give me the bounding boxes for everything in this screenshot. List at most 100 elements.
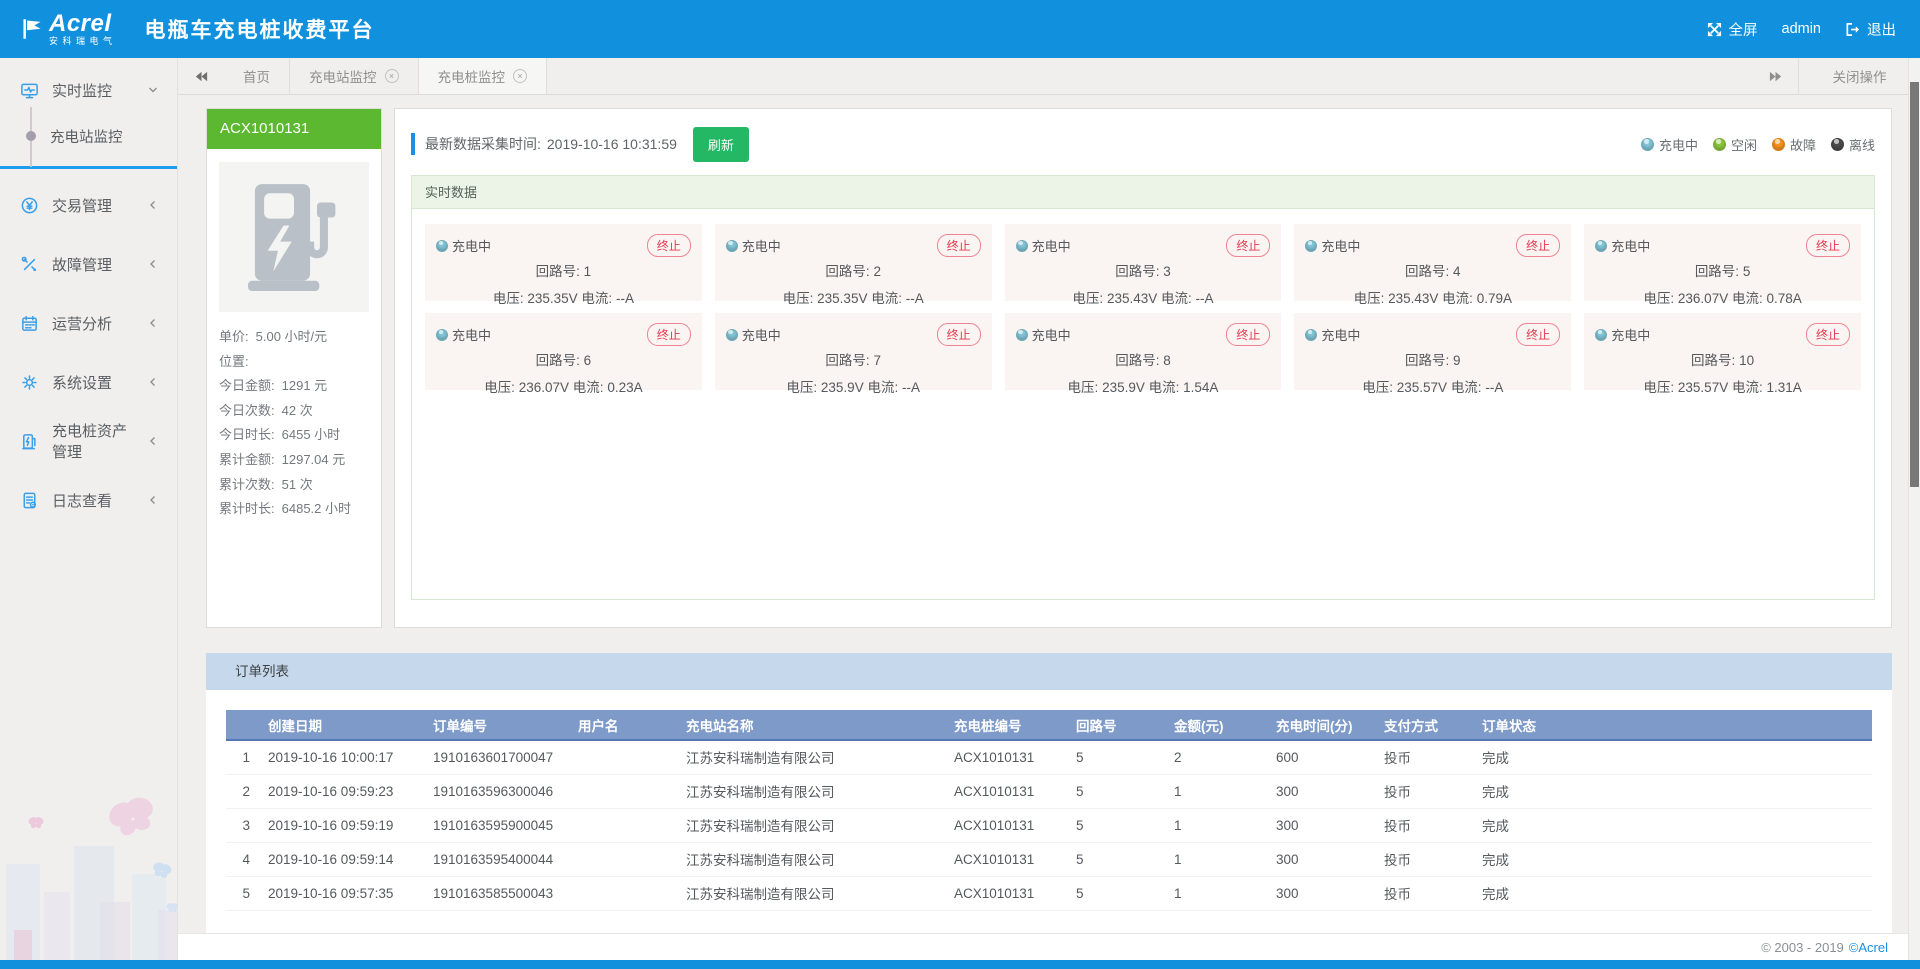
sidebar-item-logs[interactable]: 日志查看: [0, 477, 177, 523]
order-row[interactable]: 5 2019-10-16 09:57:35 1910163585500043 江…: [226, 876, 1872, 910]
tab-home[interactable]: 首页: [224, 58, 290, 94]
stat-value: 6485.2 小时: [282, 497, 351, 522]
orders-column-header: 金额(元): [1170, 710, 1272, 740]
stop-button[interactable]: 终止: [1516, 234, 1560, 257]
stop-button[interactable]: 终止: [647, 323, 691, 346]
circuit-power: 电压: 235.9V 电流: 1.54A: [1016, 376, 1271, 396]
close-operations-button[interactable]: 关闭操作: [1798, 58, 1920, 94]
sidebar-item-label: 交易管理: [52, 195, 112, 216]
legend-label: 离线: [1849, 135, 1875, 154]
sidebar-item-realtime-monitor[interactable]: 实时监控: [0, 67, 177, 113]
order-row[interactable]: 2 2019-10-16 09:59:23 1910163596300046 江…: [226, 774, 1872, 808]
sidebar-item-pile-assets[interactable]: 充电桩资产管理: [0, 418, 177, 464]
legend-item: 空闲: [1713, 135, 1757, 154]
order-circuit: 5: [1072, 740, 1170, 774]
stop-button[interactable]: 终止: [1806, 323, 1850, 346]
logout-button[interactable]: 退出: [1845, 19, 1896, 40]
charging-status-icon: [1595, 240, 1607, 252]
order-pile-id: ACX1010131: [950, 808, 1072, 842]
order-row[interactable]: 1 2019-10-16 10:00:17 1910163601700047 江…: [226, 740, 1872, 774]
acrel-logo: Acrel 安科瑞电气: [22, 11, 117, 47]
circuit-card: 充电中 终止 回路号: 10: [1584, 313, 1861, 390]
sidebar-item-settings[interactable]: 系统设置: [0, 359, 177, 405]
order-amount: 1: [1170, 808, 1272, 842]
stop-button[interactable]: 终止: [647, 234, 691, 257]
order-username: [574, 774, 682, 808]
stop-button[interactable]: 终止: [1516, 323, 1560, 346]
stat-label: 今日次数:: [219, 399, 275, 424]
charging-status-icon: [436, 329, 448, 341]
sidebar-item-label: 实时监控: [52, 80, 112, 101]
logo-subtitle: 安科瑞电气: [49, 37, 117, 46]
chevron-left-icon: [147, 376, 159, 388]
double-chevron-right-icon: [1768, 70, 1783, 83]
order-username: [574, 876, 682, 910]
tab-close-icon[interactable]: ×: [385, 69, 399, 83]
circuit-status: 充电中: [1595, 325, 1650, 344]
order-index: 2: [226, 774, 264, 808]
settings-gear-icon: [20, 373, 39, 392]
sidebar-subitem-station-monitor[interactable]: 充电站监控: [0, 113, 177, 159]
butterfly-decoration: [103, 790, 161, 843]
butterfly-decoration: [166, 902, 178, 913]
sidebar-subitem-label: 充电站监控: [50, 126, 123, 147]
building-shape: [100, 902, 130, 960]
order-row[interactable]: 3 2019-10-16 09:59:19 1910163595900045 江…: [226, 808, 1872, 842]
sidebar-item-analysis[interactable]: 运营分析: [0, 300, 177, 346]
tab-close-icon[interactable]: ×: [513, 69, 527, 83]
refresh-button[interactable]: 刷新: [693, 127, 749, 162]
order-amount: 1: [1170, 876, 1272, 910]
stop-button[interactable]: 终止: [1226, 323, 1270, 346]
sidebar-item-transactions[interactable]: 交易管理: [0, 182, 177, 228]
order-index: 3: [226, 808, 264, 842]
order-duration: 300: [1272, 808, 1380, 842]
status-label: 充电中: [452, 325, 491, 344]
stop-button[interactable]: 终止: [937, 234, 981, 257]
station-stat-row: 今日次数: 42 次: [219, 399, 369, 424]
circuit-status: 充电中: [1595, 236, 1650, 255]
building-shape: [158, 910, 178, 960]
order-index: 5: [226, 876, 264, 910]
logo-text: Acrel: [49, 11, 117, 36]
stop-button[interactable]: 终止: [1226, 234, 1270, 257]
stop-button[interactable]: 终止: [937, 323, 981, 346]
scrollbar-thumb[interactable]: [1910, 82, 1919, 487]
vertical-scrollbar[interactable]: [1908, 58, 1920, 960]
building-shape: [6, 864, 40, 960]
sidebar-item-faults[interactable]: 故障管理: [0, 241, 177, 287]
fullscreen-button[interactable]: 全屏: [1707, 19, 1758, 40]
stat-label: 今日金额:: [219, 374, 275, 399]
tab-label: 充电站监控: [309, 66, 377, 86]
tabs-scroll-right-button[interactable]: [1752, 58, 1798, 94]
order-created: 2019-10-16 09:59:14: [264, 842, 429, 876]
tab-pile-monitor[interactable]: 充电桩监控 ×: [419, 58, 548, 94]
charging-status-icon: [1305, 240, 1317, 252]
legend-label: 空闲: [1731, 135, 1757, 154]
butterfly-decoration: [28, 816, 44, 829]
charging-pile-icon: [248, 179, 340, 295]
column-header-index: [226, 710, 264, 740]
chevron-left-icon: [147, 258, 159, 270]
order-duration: 300: [1272, 774, 1380, 808]
station-stat-row: 位置:: [219, 350, 369, 375]
tab-station-monitor[interactable]: 充电站监控 ×: [290, 58, 419, 94]
building-shape: [74, 846, 114, 960]
charging-status-icon: [1305, 329, 1317, 341]
user-menu[interactable]: admin: [1782, 21, 1822, 37]
order-status: 完成: [1478, 876, 1872, 910]
circuit-power: 电压: 235.35V 电流: --A: [436, 287, 691, 307]
status-label: 充电中: [452, 236, 491, 255]
order-station-name: 江苏安科瑞制造有限公司: [682, 774, 950, 808]
charging-status-icon: [1016, 329, 1028, 341]
circuit-number: 回路号: 4: [1305, 260, 1560, 280]
orders-table: 创建日期 订单编号 用户名 充电站名称 充电桩编号: [226, 710, 1872, 911]
order-circuit: 5: [1072, 842, 1170, 876]
stop-button[interactable]: 终止: [1806, 234, 1850, 257]
order-row[interactable]: 4 2019-10-16 09:59:14 1910163595400044 江…: [226, 842, 1872, 876]
order-number: 1910163595900045: [429, 808, 574, 842]
circuit-status: 充电中: [726, 236, 781, 255]
circuit-power: 电压: 235.9V 电流: --A: [726, 376, 981, 396]
acrel-brand-link[interactable]: ©Acrel: [1849, 940, 1888, 955]
tabs-scroll-left-button[interactable]: [178, 58, 224, 94]
circuit-card: 充电中 终止 回路号: 6: [425, 313, 702, 390]
